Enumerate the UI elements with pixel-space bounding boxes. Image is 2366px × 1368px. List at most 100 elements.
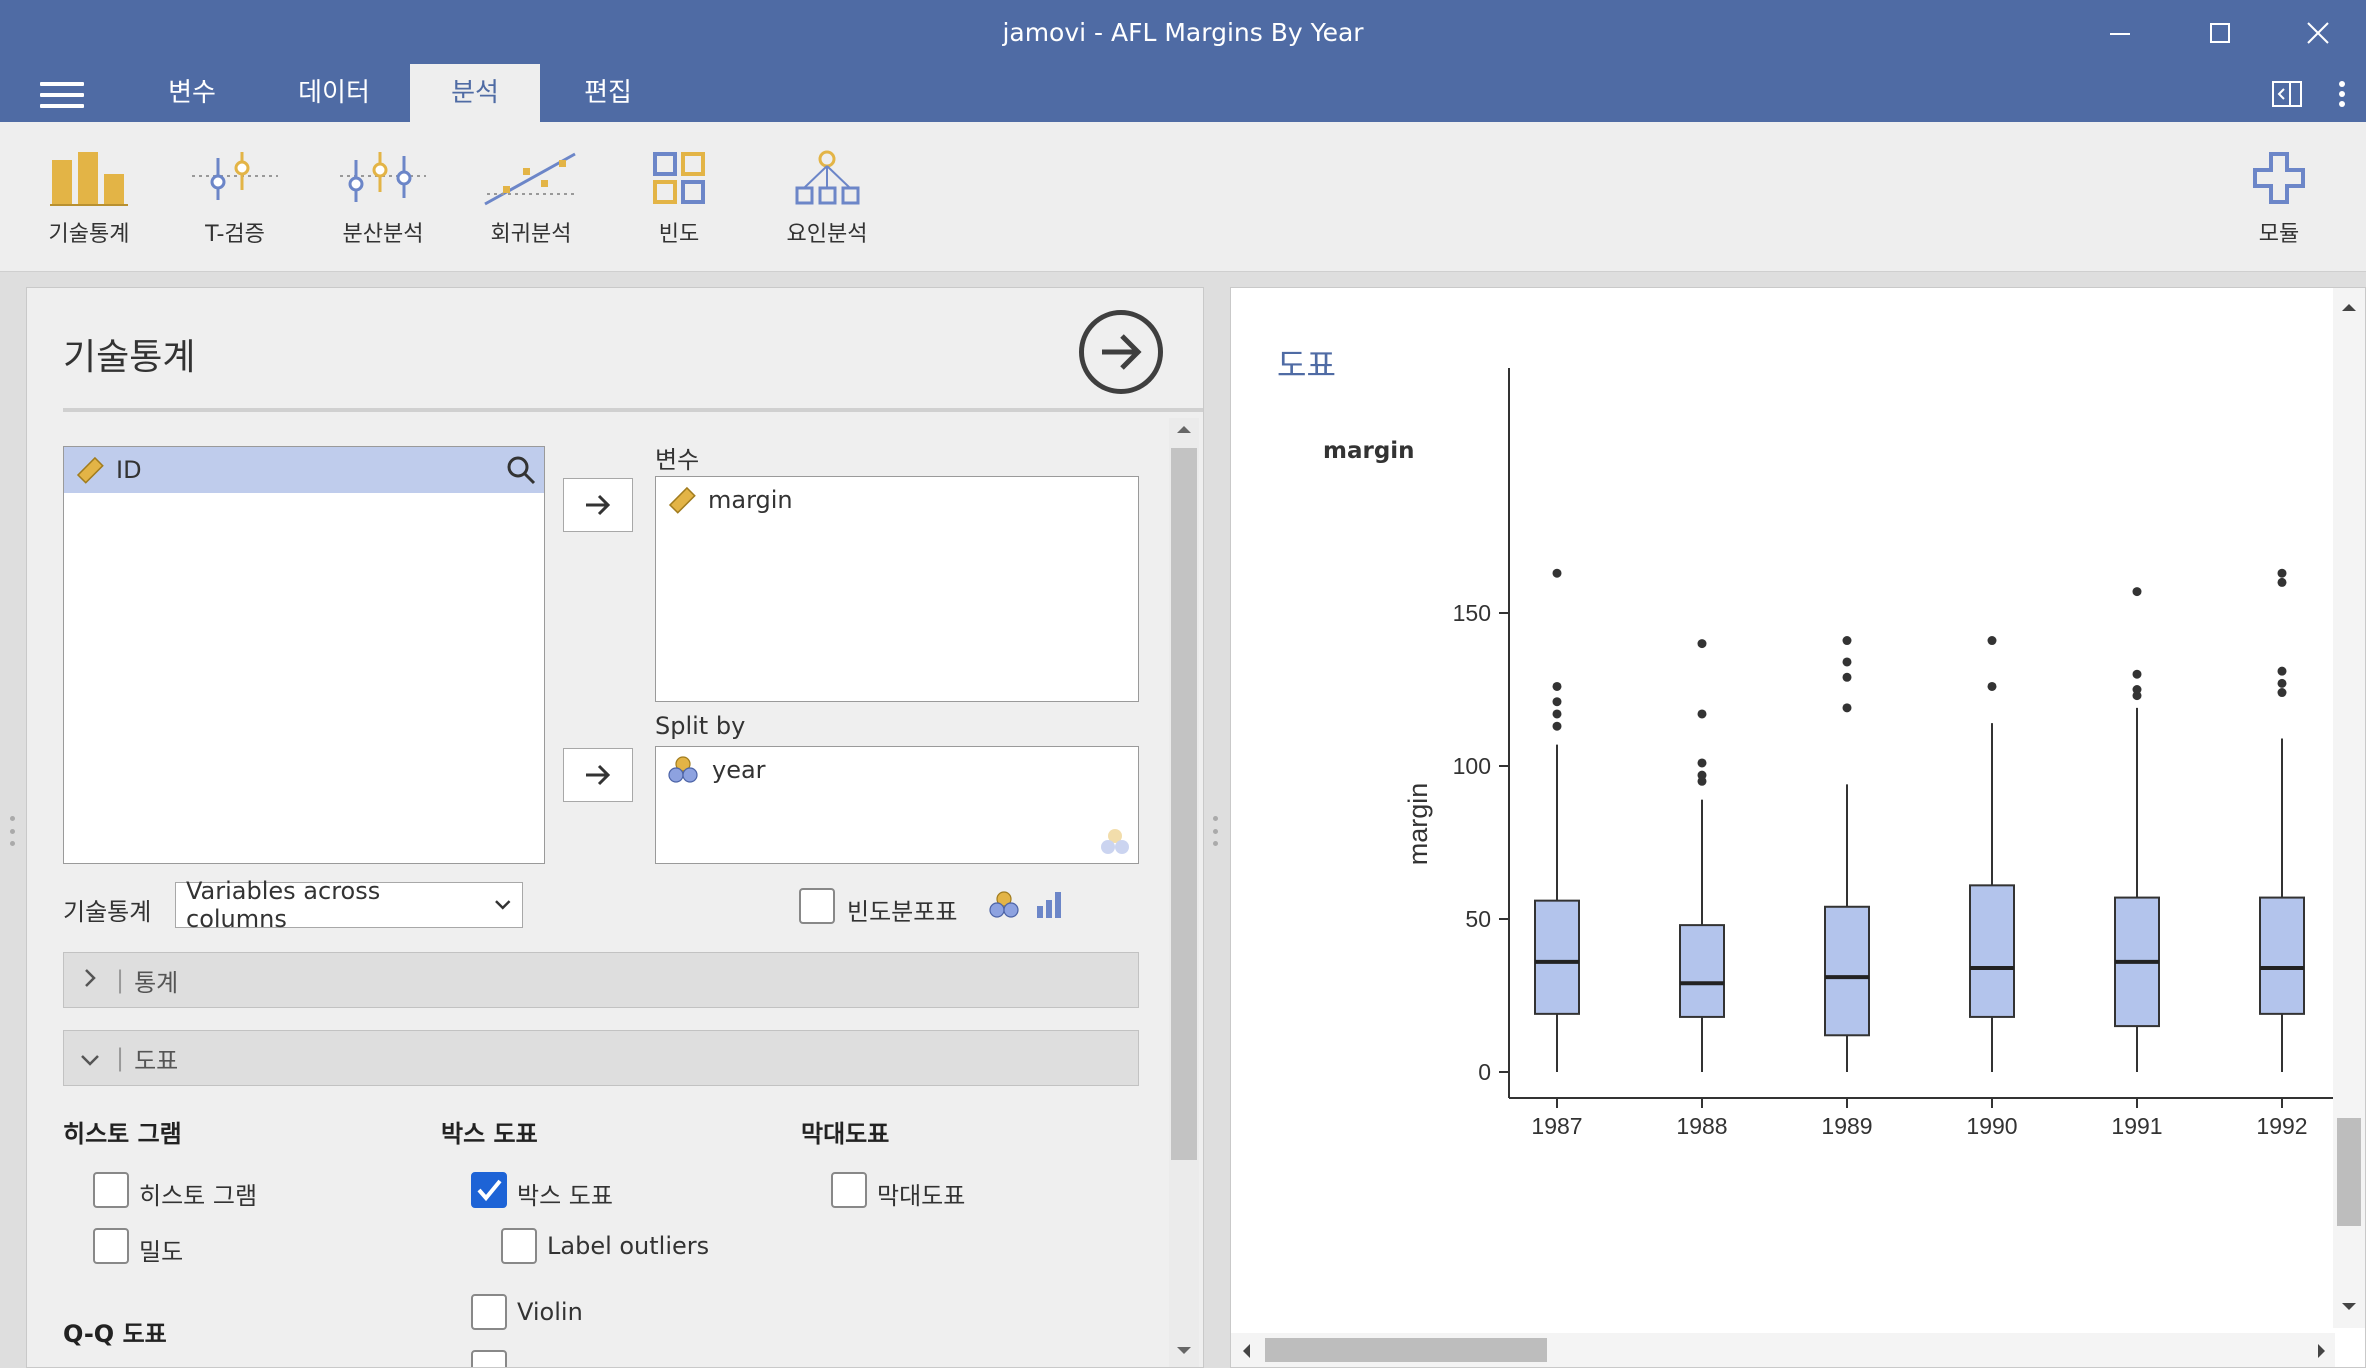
- close-button[interactable]: [2278, 8, 2358, 58]
- outlier-point: [1842, 703, 1852, 713]
- tab-variables[interactable]: 변수: [140, 64, 244, 122]
- panel-splitter-handle[interactable]: [1213, 816, 1219, 846]
- outlier-point: [2277, 666, 2287, 676]
- scrollbar-thumb[interactable]: [1265, 1338, 1547, 1362]
- x-tick-label: 1988: [1676, 1113, 1727, 1139]
- x-tick-label: 1990: [1966, 1113, 2017, 1139]
- box: [1534, 899, 1580, 1015]
- histogram-checkbox[interactable]: [93, 1172, 129, 1208]
- move-to-variables-button[interactable]: [563, 478, 633, 532]
- outlier-point: [1552, 697, 1562, 707]
- arrow-right-icon: [586, 764, 611, 786]
- outlier-point: [2132, 669, 2142, 679]
- list-item[interactable]: year: [656, 747, 1138, 793]
- scroll-up-icon[interactable]: [2341, 302, 2357, 312]
- x-tick-label: 1987: [1531, 1113, 1582, 1139]
- ribbon-frequencies-button[interactable]: 빈도: [614, 150, 744, 248]
- outlier-point: [1697, 758, 1707, 768]
- section-title: 도표: [134, 1046, 179, 1075]
- ribbon-descriptives-button[interactable]: 기술통계: [24, 150, 154, 248]
- box: [2259, 896, 2305, 1015]
- mode-toggle-icon[interactable]: [2272, 81, 2302, 107]
- results-panel: 도표 margin 0 50 100 150 margin 1987 1988 1989 199…: [1230, 287, 2366, 1368]
- label-outliers-checkbox[interactable]: [501, 1228, 537, 1264]
- left-splitter-handle[interactable]: [10, 816, 16, 846]
- statistics-section-header[interactable]: | 통계: [63, 952, 1139, 1008]
- scrollbar-thumb[interactable]: [2337, 1118, 2361, 1226]
- frequencies-icon: [653, 152, 705, 204]
- close-icon: [2307, 22, 2329, 44]
- outlier-point: [2132, 587, 2142, 597]
- search-icon: [507, 456, 536, 485]
- nominal-variable-icon: [989, 891, 1019, 918]
- source-variable-list[interactable]: ID: [63, 446, 545, 864]
- outlier-point: [1552, 709, 1562, 719]
- factor-icon: [795, 150, 860, 205]
- results-horizontal-scrollbar[interactable]: [1231, 1333, 2335, 1367]
- nominal-hint-icon: [1101, 829, 1129, 854]
- outlier-point: [1842, 657, 1852, 667]
- scroll-down-icon[interactable]: [2341, 1302, 2357, 1312]
- list-item[interactable]: ID: [64, 447, 544, 493]
- qq-plot-group-title: Q-Q 도표: [63, 1320, 167, 1348]
- scroll-right-icon[interactable]: [2317, 1343, 2327, 1359]
- arrow-right-icon: [586, 494, 611, 516]
- ribbon-factor-button[interactable]: 요인분석: [762, 150, 892, 248]
- ribbon-label: 모듈: [2258, 222, 2300, 247]
- regression-icon: [484, 152, 576, 206]
- ribbon-anova-button[interactable]: 분산분석: [318, 150, 448, 248]
- box: [1824, 905, 1870, 1037]
- box-plot-checkbox[interactable]: [471, 1172, 507, 1208]
- y-axis-label: margin: [1403, 783, 1433, 866]
- frequency-tables-label: 빈도분포표: [847, 898, 958, 926]
- ruler-icon: [76, 456, 104, 484]
- tab-edit[interactable]: 편집: [556, 64, 660, 122]
- split-by-target-list[interactable]: year: [655, 746, 1139, 864]
- outlier-point: [2277, 577, 2287, 587]
- plots-section-header[interactable]: | 도표: [63, 1030, 1139, 1086]
- ribbon-label: 기술통계: [48, 222, 130, 247]
- box: [1969, 884, 2015, 1018]
- tab-data[interactable]: 데이터: [276, 64, 392, 122]
- list-item[interactable]: margin: [656, 477, 1138, 523]
- ribbon-label: 요인분석: [786, 222, 868, 247]
- variables-target-list[interactable]: margin: [655, 476, 1139, 702]
- data-points-checkbox[interactable]: [471, 1350, 507, 1367]
- scroll-up-icon[interactable]: [1176, 424, 1192, 434]
- outlier-point: [2277, 678, 2287, 688]
- ribbon-ttest-button[interactable]: T-검증: [170, 150, 300, 248]
- y-tick-label: 0: [1478, 1059, 1491, 1085]
- move-to-split-by-button[interactable]: [563, 748, 633, 802]
- more-options-icon[interactable]: [2338, 80, 2346, 108]
- arrow-right-icon: [1102, 334, 1142, 370]
- box-plot-chart[interactable]: 0 50 100 150 margin 1987 1988 1989 1990 1991 1992: [1231, 288, 2335, 1328]
- options-scrollbar[interactable]: [1169, 418, 1199, 1367]
- minimize-icon: [2110, 33, 2130, 35]
- descriptives-layout-select[interactable]: Variables across columns: [175, 877, 523, 933]
- minimize-button[interactable]: [2080, 8, 2160, 58]
- frequency-tables-checkbox[interactable]: [799, 888, 835, 924]
- ribbon-regression-button[interactable]: 회귀분석: [466, 150, 596, 248]
- scrollbar-thumb[interactable]: [1171, 448, 1197, 1160]
- bar-plot-checkbox[interactable]: [831, 1172, 867, 1208]
- split-by-label: Split by: [655, 712, 746, 740]
- results-vertical-scrollbar[interactable]: [2333, 288, 2365, 1328]
- hamburger-menu-icon[interactable]: [40, 82, 84, 112]
- search-button[interactable]: [500, 449, 542, 491]
- maximize-button[interactable]: [2180, 8, 2260, 58]
- ribbon-modules-button[interactable]: 모듈: [2214, 150, 2344, 248]
- chevron-down-icon: [495, 900, 511, 910]
- ribbon-label: 빈도: [658, 222, 700, 247]
- ribbon-label: T-검증: [205, 222, 265, 247]
- density-checkbox[interactable]: [93, 1228, 129, 1264]
- chevron-down-icon: [81, 1055, 99, 1066]
- ruler-icon: [668, 486, 696, 514]
- outlier-point: [1552, 681, 1562, 691]
- box-plot-group-title: 박스 도표: [441, 1120, 538, 1148]
- tab-analyses[interactable]: 분석: [410, 64, 540, 122]
- scroll-down-icon[interactable]: [1176, 1346, 1192, 1356]
- violin-checkbox[interactable]: [471, 1294, 507, 1330]
- run-analysis-button[interactable]: [1079, 310, 1163, 394]
- scroll-left-icon[interactable]: [1241, 1343, 1251, 1359]
- section-title: 통계: [134, 968, 179, 997]
